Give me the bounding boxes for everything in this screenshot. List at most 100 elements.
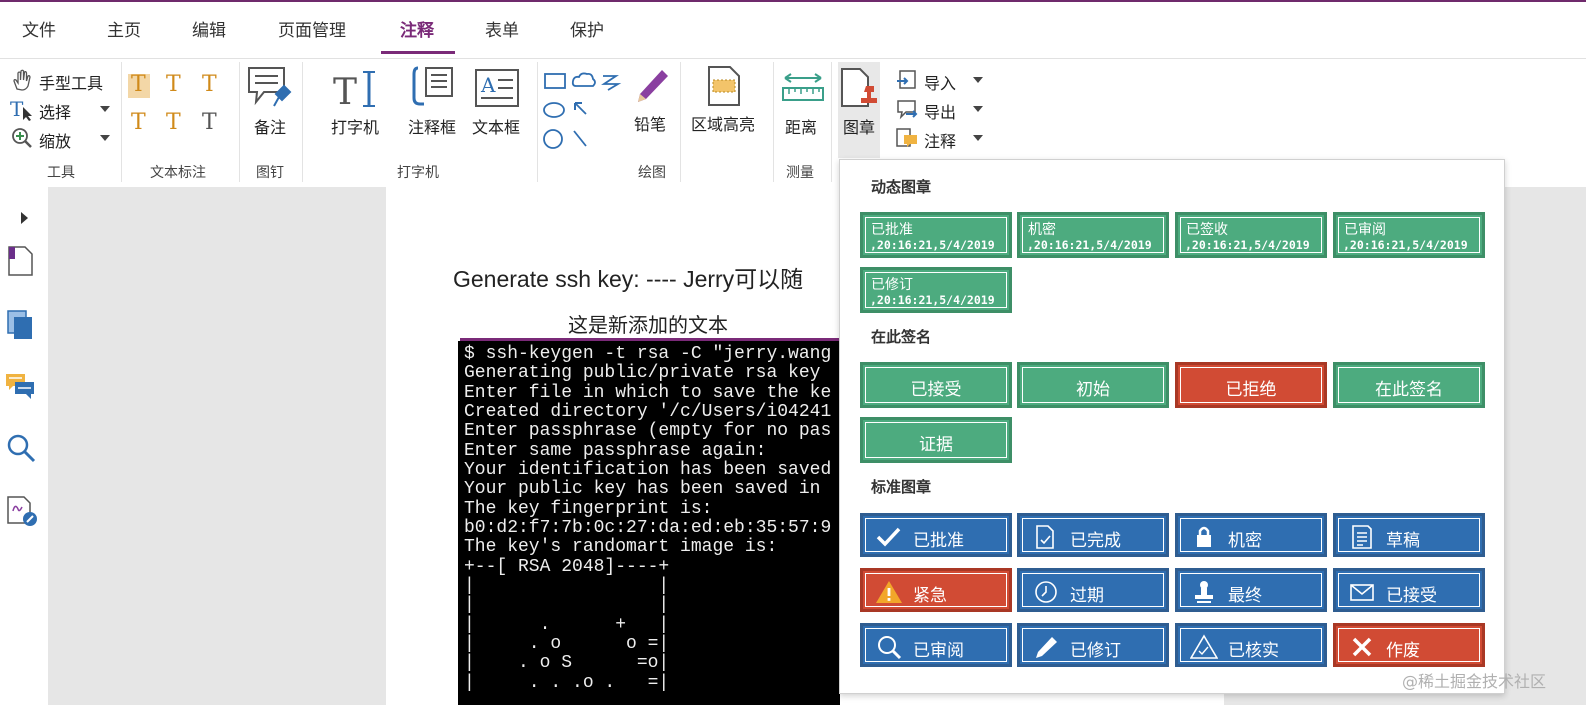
import-icon bbox=[897, 70, 916, 89]
divider bbox=[537, 62, 538, 182]
dynamic-stamp-approved[interactable]: 已批准 ,20:16:21,5/4/2019 bbox=[860, 212, 1012, 258]
standard-stamp-expired[interactable]: 过期 bbox=[1017, 568, 1169, 612]
stamp-label: 已修订 bbox=[1070, 641, 1121, 661]
draft-document-icon bbox=[1352, 525, 1372, 549]
tab-page-management[interactable]: 页面管理 bbox=[278, 16, 346, 41]
dynamic-stamp-received[interactable]: 已签收 ,20:16:21,5/4/2019 bbox=[1175, 212, 1327, 258]
zoom-tool-button[interactable]: 缩放 bbox=[39, 128, 71, 152]
insert-text-icon[interactable]: T bbox=[202, 110, 217, 135]
chevron-down-icon[interactable] bbox=[100, 135, 110, 141]
strikeout-text-icon[interactable]: T bbox=[202, 72, 217, 97]
divider bbox=[831, 62, 832, 182]
tab-comment[interactable]: 注释 bbox=[400, 16, 434, 41]
select-tool-icon: T bbox=[10, 97, 32, 121]
page-thumbnail-icon[interactable] bbox=[6, 245, 34, 277]
signature-panel-icon[interactable] bbox=[6, 495, 38, 527]
sign-stamp-witness[interactable]: 证据 bbox=[860, 417, 1012, 463]
stamp-label: 已审阅 bbox=[1344, 222, 1386, 238]
replace-text-icon[interactable]: T bbox=[166, 110, 181, 135]
typewriter-button[interactable]: 打字机 bbox=[331, 114, 379, 138]
note-button[interactable]: 备注 bbox=[254, 114, 286, 138]
standard-stamp-revised[interactable]: 已修订 bbox=[1017, 623, 1169, 667]
terminal-line: $ ssh-keygen -t rsa -C "jerry.wang bbox=[464, 344, 832, 364]
terminal-line: | . . .o . =| bbox=[464, 673, 670, 693]
stamp-icon bbox=[1195, 581, 1213, 603]
chevron-down-icon[interactable] bbox=[100, 106, 110, 112]
distance-button[interactable]: 距离 bbox=[785, 114, 817, 138]
stamp-label: 已完成 bbox=[1070, 531, 1121, 551]
tab-form[interactable]: 表单 bbox=[485, 16, 519, 41]
search-icon[interactable] bbox=[6, 433, 36, 463]
sign-stamp-rejected[interactable]: 已拒绝 bbox=[1175, 362, 1327, 408]
standard-stamp-verified[interactable]: 已核实 bbox=[1175, 623, 1327, 667]
terminal-line: The key's randomart image is: bbox=[464, 537, 778, 557]
select-tool-button[interactable]: 选择 bbox=[39, 99, 71, 123]
comment-button[interactable]: 注释 bbox=[924, 128, 956, 152]
terminal-line: +--[ RSA 2048]----+ bbox=[464, 557, 670, 577]
standard-stamp-urgent[interactable]: 紧急 bbox=[860, 568, 1012, 612]
svg-text:A: A bbox=[480, 73, 496, 97]
export-icon bbox=[897, 100, 918, 120]
terminal-line: | . o S =o| bbox=[464, 653, 670, 673]
note-icon bbox=[248, 67, 292, 107]
comment-icon bbox=[896, 128, 917, 147]
tab-file[interactable]: 文件 bbox=[22, 16, 56, 41]
divider bbox=[302, 62, 303, 182]
drawing-shapes-icons[interactable] bbox=[542, 68, 626, 154]
terminal-screenshot: $ ssh-keygen -t rsa -C "jerry.wang Gener… bbox=[458, 341, 840, 705]
pencil-button[interactable]: 铅笔 bbox=[634, 111, 666, 135]
stamp-dropdown-panel: 动态图章 已批准 ,20:16:21,5/4/2019 机密 ,20:16:21,5… bbox=[839, 159, 1505, 694]
standard-stamp-void[interactable]: 作废 bbox=[1333, 623, 1485, 667]
sign-stamp-initial[interactable]: 初始 bbox=[1017, 362, 1169, 408]
tab-edit[interactable]: 编辑 bbox=[192, 16, 226, 41]
stamp-label: 已接受 bbox=[1386, 586, 1437, 606]
stamp-timestamp: ,20:16:21,5/4/2019 bbox=[1185, 238, 1310, 252]
underline-text-icon[interactable]: T bbox=[166, 72, 181, 97]
sign-stamp-sign-here[interactable]: 在此签名 bbox=[1333, 362, 1485, 408]
comments-panel-icon[interactable] bbox=[5, 372, 35, 402]
stamp-label: 机密 bbox=[1028, 222, 1056, 238]
group-label-text-markup: 文本标注 bbox=[150, 165, 206, 181]
tab-protect[interactable]: 保护 bbox=[570, 16, 604, 41]
area-highlight-icon bbox=[708, 66, 740, 106]
active-tab-indicator bbox=[381, 51, 455, 54]
pages-icon[interactable] bbox=[6, 309, 34, 341]
standard-stamp-accepted[interactable]: 已接受 bbox=[1333, 568, 1485, 612]
hand-tool-button[interactable]: 手型工具 bbox=[39, 70, 103, 94]
tab-home[interactable]: 主页 bbox=[107, 16, 141, 41]
dynamic-stamp-confidential[interactable]: 机密 ,20:16:21,5/4/2019 bbox=[1017, 212, 1169, 258]
added-text-annotation[interactable]: 这是新添加的文本 bbox=[568, 309, 728, 338]
standard-stamp-confidential[interactable]: 机密 bbox=[1175, 513, 1327, 557]
stamp-timestamp: ,20:16:21,5/4/2019 bbox=[870, 238, 995, 252]
stamp-label: 已批准 bbox=[871, 222, 913, 238]
standard-stamp-approved[interactable]: 已批准 bbox=[860, 513, 1012, 557]
area-highlight-button[interactable]: 区域高亮 bbox=[691, 111, 755, 135]
terminal-line: Generating public/private rsa key bbox=[464, 363, 821, 383]
chevron-down-icon[interactable] bbox=[973, 106, 983, 112]
standard-stamp-reviewed[interactable]: 已审阅 bbox=[860, 623, 1012, 667]
callout-button[interactable]: 注释框 bbox=[408, 114, 456, 138]
terminal-line: Enter same passphrase again: bbox=[464, 441, 767, 461]
stamp-label: 已拒绝 bbox=[1225, 380, 1277, 400]
window-top-border bbox=[0, 0, 1586, 2]
group-label-tools: 工具 bbox=[47, 165, 75, 181]
terminal-line: | | bbox=[464, 595, 670, 615]
import-button[interactable]: 导入 bbox=[924, 70, 956, 94]
standard-stamp-final[interactable]: 最终 bbox=[1175, 568, 1327, 612]
chevron-down-icon[interactable] bbox=[973, 135, 983, 141]
expand-panel-icon[interactable] bbox=[19, 210, 31, 226]
sign-stamp-accepted[interactable]: 已接受 bbox=[860, 362, 1012, 408]
terminal-line: The key fingerprint is: bbox=[464, 499, 713, 519]
chevron-down-icon[interactable] bbox=[973, 77, 983, 83]
stamp-label: 最终 bbox=[1228, 586, 1262, 606]
textbox-button[interactable]: 文本框 bbox=[472, 114, 520, 138]
standard-stamp-draft[interactable]: 草稿 bbox=[1333, 513, 1485, 557]
sign-here-title: 在此签名 bbox=[871, 328, 932, 346]
dynamic-stamps-title: 动态图章 bbox=[871, 178, 932, 196]
dynamic-stamp-revised[interactable]: 已修订 ,20:16:21,5/4/2019 bbox=[860, 267, 1012, 313]
dynamic-stamp-reviewed[interactable]: 已审阅 ,20:16:21,5/4/2019 bbox=[1333, 212, 1485, 258]
export-button[interactable]: 导出 bbox=[924, 99, 956, 123]
stamp-label: 作废 bbox=[1386, 641, 1420, 661]
standard-stamp-completed[interactable]: 已完成 bbox=[1017, 513, 1169, 557]
squiggly-text-icon[interactable]: T bbox=[131, 110, 146, 135]
